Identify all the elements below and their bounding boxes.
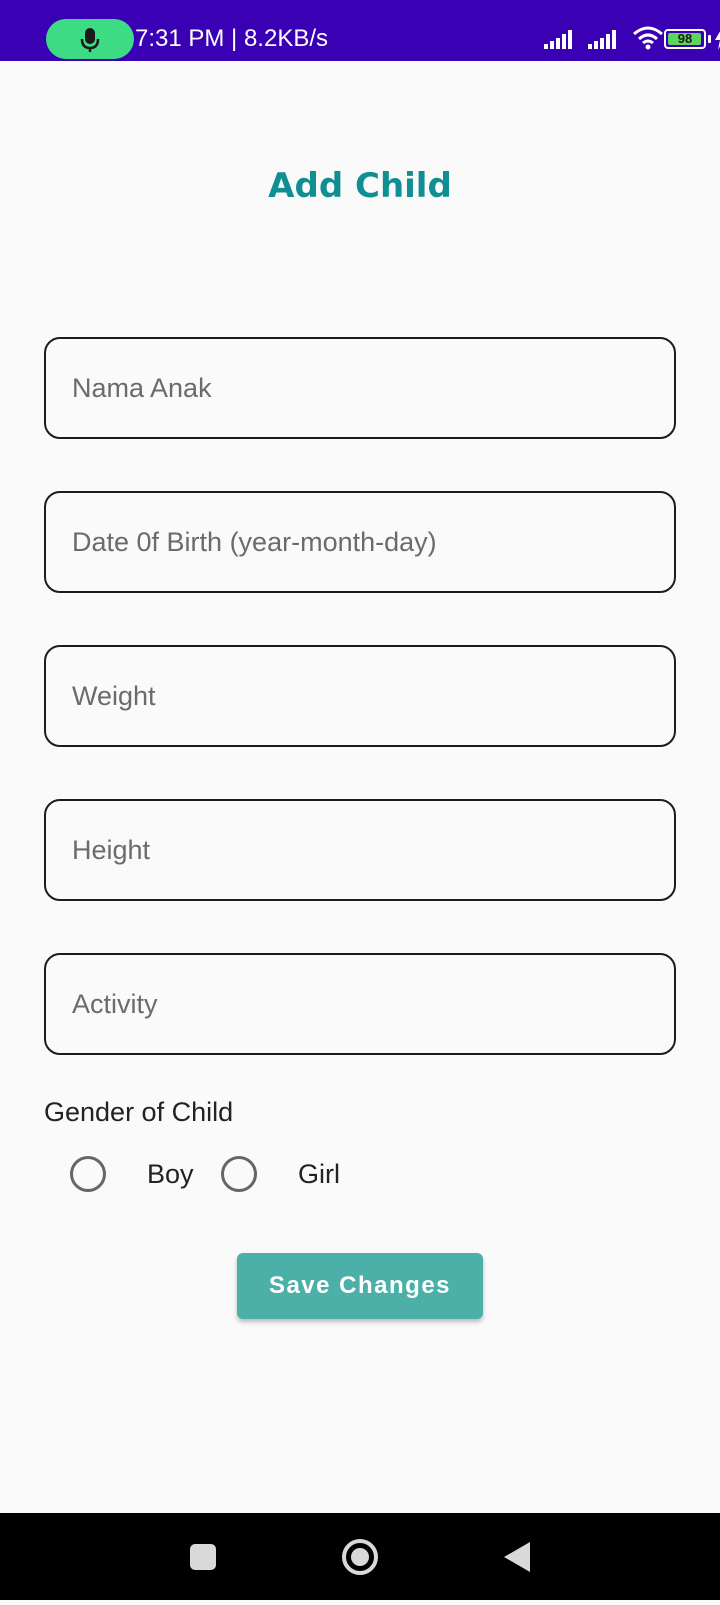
battery-icon: 98 (664, 29, 706, 49)
recents-icon (190, 1544, 216, 1570)
navigation-bar (0, 1513, 720, 1600)
gender-label: Gender of Child (44, 1097, 234, 1127)
gender-boy-radio[interactable] (70, 1156, 106, 1192)
battery-nub (708, 35, 711, 43)
weight-field[interactable] (44, 645, 676, 747)
weight-input[interactable] (72, 647, 652, 745)
date-of-birth-input[interactable] (72, 493, 652, 591)
back-icon (504, 1542, 530, 1572)
home-button[interactable] (320, 1513, 400, 1600)
mic-icon (80, 28, 100, 52)
signal-icon (588, 30, 616, 49)
signal-icon (544, 30, 572, 49)
save-changes-button[interactable]: Save Changes (237, 1253, 483, 1319)
page-title: Add Child (268, 166, 452, 206)
child-name-input[interactable] (72, 339, 652, 437)
date-of-birth-field[interactable] (44, 491, 676, 593)
height-field[interactable] (44, 799, 676, 901)
gender-girl-radio[interactable] (221, 1156, 257, 1192)
status-bar: 7:31 PM | 8.2KB/s 98 (0, 0, 720, 61)
activity-input[interactable] (72, 955, 652, 1053)
status-time-speed: 7:31 PM | 8.2KB/s (135, 25, 328, 52)
gender-girl-label[interactable]: Girl (298, 1159, 340, 1190)
wifi-icon (633, 26, 663, 50)
recents-button[interactable] (163, 1513, 243, 1600)
mic-indicator[interactable] (46, 19, 134, 59)
gender-boy-label[interactable]: Boy (147, 1159, 194, 1190)
height-input[interactable] (72, 801, 652, 899)
home-icon (342, 1539, 378, 1575)
battery-level: 98 (677, 31, 693, 46)
charging-icon (715, 31, 720, 50)
child-name-field[interactable] (44, 337, 676, 439)
activity-field[interactable] (44, 953, 676, 1055)
back-button[interactable] (478, 1513, 558, 1600)
